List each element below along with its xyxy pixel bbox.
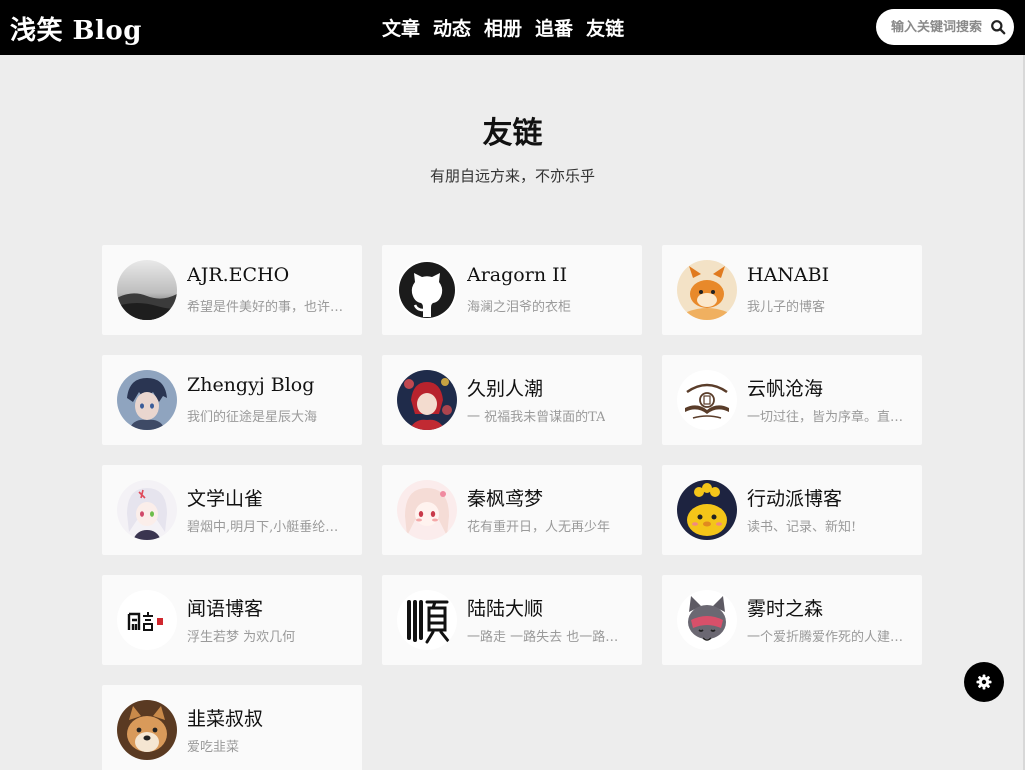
friend-name: 云帆沧海	[747, 378, 824, 400]
seal-logo-avatar	[677, 370, 737, 430]
search-box	[876, 9, 1014, 45]
friend-card-ajr-echo[interactable]: AJR.ECHO 希望是件美好的事，也许是人间至善	[102, 245, 362, 335]
friend-card-wenyu[interactable]: 闻语博客 浮生若梦 为欢几何	[102, 575, 362, 665]
page-title: 友链	[482, 116, 543, 151]
yellow-mascot-avatar	[677, 480, 737, 540]
friend-desc: 浮生若梦 为欢几何	[187, 630, 296, 645]
friend-desc: 爱吃韭菜	[187, 740, 240, 755]
friend-name: Aragorn II	[467, 264, 568, 286]
friend-card-wenxue[interactable]: 文学山雀 碧烟中,明月下,小艇垂纶初罢	[102, 465, 362, 555]
friend-desc: 一切过往，皆为序章。直挂云帆济沧海	[747, 410, 907, 425]
grey-cat-avatar	[677, 590, 737, 650]
nav-album[interactable]: 相册	[484, 14, 522, 41]
shiba-dog-avatar	[117, 700, 177, 760]
friend-name: 秦枫鸢梦	[467, 488, 544, 510]
friend-links-grid: AJR.ECHO 希望是件美好的事，也许是人间至善 Aragorn II 海澜之…	[102, 245, 922, 770]
friend-card-lulu[interactable]: 陆陆大顺 一路走 一路失去 也一路收获	[382, 575, 642, 665]
friend-desc: 花有重开日，人无再少年	[467, 520, 611, 535]
friend-desc: 一个爱折腾爱作死的人建的博客	[747, 630, 907, 645]
main-nav: 文章 动态 相册 追番 友链	[382, 14, 624, 41]
nav-anime[interactable]: 追番	[535, 14, 573, 41]
anime-girl-red-avatar	[397, 370, 457, 430]
friend-card-hanabi[interactable]: HANABI 我儿子的博客	[662, 245, 922, 335]
friend-name: 行动派博客	[747, 488, 843, 510]
site-brand[interactable]: 浅笑 Blog	[10, 10, 142, 47]
friend-card-zhengyj[interactable]: Zhengyj Blog 我们的征途是星辰大海	[102, 355, 362, 445]
friend-desc: 希望是件美好的事，也许是人间至善	[187, 300, 347, 315]
friend-desc: 我儿子的博客	[747, 300, 826, 315]
friend-card-jiubie[interactable]: 久别人潮 一 祝福我未曾谋面的TA	[382, 355, 642, 445]
blush-girl-avatar	[397, 480, 457, 540]
top-navbar: 浅笑 Blog 文章 动态 相册 追番 友链	[0, 0, 1025, 55]
friend-name: 韭菜叔叔	[187, 708, 264, 730]
friend-desc: 我们的征途是星辰大海	[187, 410, 318, 425]
friend-card-aragorn[interactable]: Aragorn II 海澜之泪爷的衣柜	[382, 245, 642, 335]
nav-friend-links[interactable]: 友链	[586, 14, 624, 41]
friend-desc: 海澜之泪爷的衣柜	[467, 300, 572, 315]
friend-card-jiucai[interactable]: 韭菜叔叔 爱吃韭菜	[102, 685, 362, 770]
friend-desc: 一 祝福我未曾谋面的TA	[467, 410, 606, 425]
friend-desc: 碧烟中,明月下,小艇垂纶初罢	[187, 520, 347, 535]
nav-moments[interactable]: 动态	[433, 14, 471, 41]
fox-avatar	[677, 260, 737, 320]
page-subtitle: 有朋自远方来，不亦乐乎	[429, 167, 595, 185]
github-icon	[397, 260, 457, 320]
friend-name: 久别人潮	[467, 378, 544, 400]
friend-card-wushi[interactable]: 雾时之森 一个爱折腾爱作死的人建的博客	[662, 575, 922, 665]
nav-articles[interactable]: 文章	[382, 14, 420, 41]
friend-name: HANABI	[747, 264, 830, 286]
friend-name: 雾时之森	[747, 598, 824, 620]
settings-button[interactable]	[964, 662, 1004, 702]
white-hair-girl-avatar	[117, 480, 177, 540]
friend-desc: 读书、记录、新知!	[747, 520, 857, 535]
anime-boy-avatar	[117, 370, 177, 430]
misty-landscape-avatar	[117, 260, 177, 320]
friend-card-yunfan[interactable]: 云帆沧海 一切过往，皆为序章。直挂云帆济沧海	[662, 355, 922, 445]
search-input[interactable]	[891, 19, 987, 35]
search-icon[interactable]	[990, 19, 1006, 35]
friend-desc: 一路走 一路失去 也一路收获	[467, 630, 627, 645]
friend-name: 陆陆大顺	[467, 598, 544, 620]
friend-name: 文学山雀	[187, 488, 264, 510]
friend-name: AJR.ECHO	[187, 264, 290, 286]
gear-icon	[976, 674, 992, 690]
friend-card-qinfeng[interactable]: 秦枫鸢梦 花有重开日，人无再少年	[382, 465, 642, 555]
shun-character-avatar	[397, 590, 457, 650]
calligraphy-avatar	[117, 590, 177, 650]
friend-card-xingdongpai[interactable]: 行动派博客 读书、记录、新知!	[662, 465, 922, 555]
friend-name: Zhengyj Blog	[187, 374, 315, 396]
friend-name: 闻语博客	[187, 598, 264, 620]
